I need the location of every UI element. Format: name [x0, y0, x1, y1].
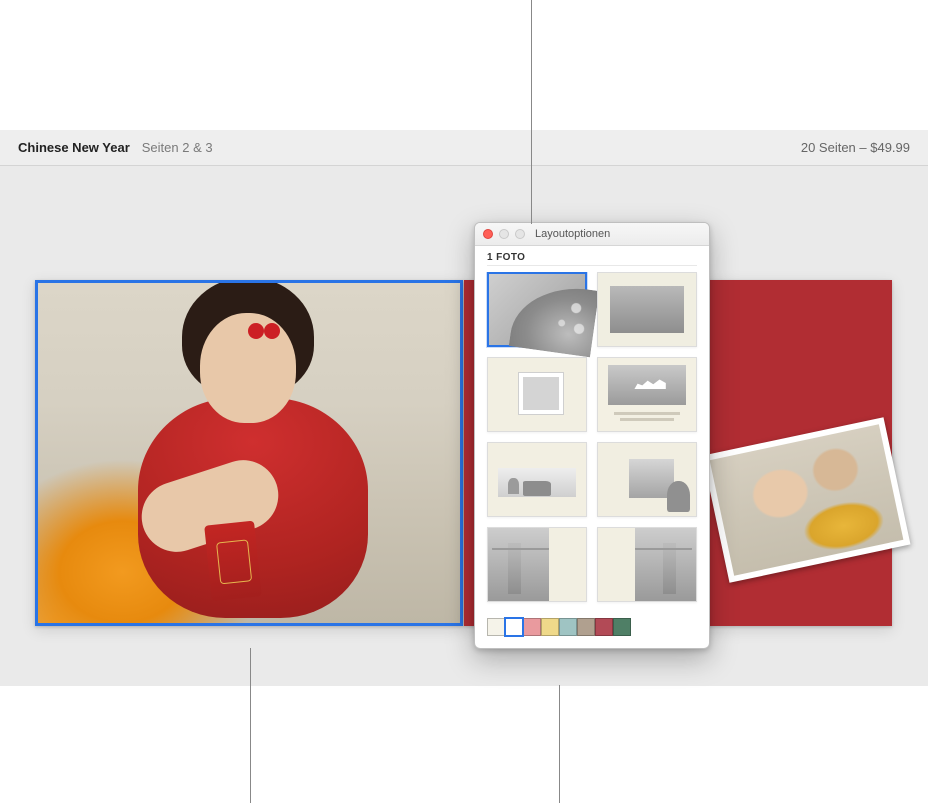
color-swatch[interactable]	[613, 618, 631, 636]
photo-child-figure	[148, 303, 348, 603]
callout-line-bottom-left	[250, 648, 251, 803]
color-swatch[interactable]	[523, 618, 541, 636]
layout-thumbnails-grid	[475, 272, 709, 610]
popover-titlebar: Layoutoptionen	[475, 223, 709, 246]
minimize-icon	[499, 229, 509, 239]
window-traffic-lights	[483, 229, 525, 239]
project-title: Chinese New Year	[18, 140, 130, 155]
book-spread: Optionen	[0, 166, 928, 686]
layout-thumb-centered-landscape[interactable]	[597, 272, 697, 347]
layout-thumb-float-right[interactable]	[597, 442, 697, 517]
layout-thumb-half-bridge-left[interactable]	[487, 527, 587, 602]
zoom-icon	[515, 229, 525, 239]
layout-thumb-full-bleed[interactable]	[487, 272, 587, 347]
popover-title: Layoutoptionen	[535, 228, 610, 240]
page-range-label: Seiten 2 & 3	[142, 140, 213, 155]
background-color-swatches	[475, 610, 709, 648]
layout-thumb-half-bridge-right[interactable]	[597, 527, 697, 602]
close-icon[interactable]	[483, 229, 493, 239]
layout-thumb-top-band-strip[interactable]	[487, 442, 587, 517]
color-swatch[interactable]	[595, 618, 613, 636]
layout-thumb-landscape-caption[interactable]	[597, 357, 697, 432]
color-swatch[interactable]	[559, 618, 577, 636]
photo-placeholder	[710, 424, 904, 575]
color-swatch[interactable]	[577, 618, 595, 636]
callout-line-bottom-right	[559, 685, 560, 803]
book-page-left[interactable]: Optionen	[35, 280, 463, 626]
color-swatch[interactable]	[505, 618, 523, 636]
project-header: Chinese New Year Seiten 2 & 3 20 Seiten …	[0, 130, 928, 166]
color-swatch[interactable]	[541, 618, 559, 636]
color-swatch[interactable]	[487, 618, 505, 636]
layout-options-popover: Layoutoptionen 1 FOTO	[474, 222, 710, 649]
layout-thumb-small-framed[interactable]	[487, 357, 587, 432]
photo-tilted-frame[interactable]	[703, 417, 911, 583]
callout-line-top	[531, 0, 532, 224]
layout-section-label: 1 FOTO	[475, 246, 709, 265]
project-summary: 20 Seiten – $49.99	[801, 140, 910, 155]
divider	[487, 265, 697, 266]
